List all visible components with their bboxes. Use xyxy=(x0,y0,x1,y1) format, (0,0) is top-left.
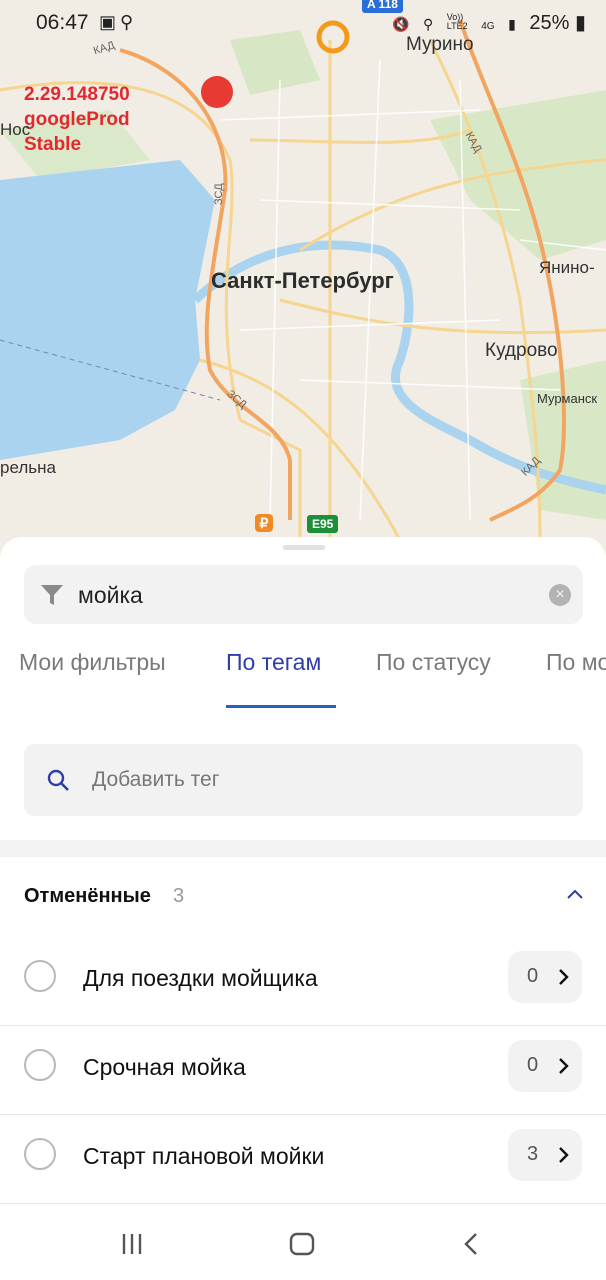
volte-icon: Vo)) LTE2 xyxy=(446,12,468,31)
signal-icon: ▮ xyxy=(508,16,516,32)
battery-percent: 25% xyxy=(529,12,570,34)
status-bar: 06:47 ▣⚲ A 118 🔇 ⚲ Vo)) LTE2 4G ▮ 25% ▮ xyxy=(0,0,606,46)
chevron-up-icon[interactable] xyxy=(566,887,584,905)
item-count-button[interactable]: 0 xyxy=(508,951,582,1003)
item-label: Старт плановой мойки xyxy=(83,1143,325,1169)
status-time: 06:47 xyxy=(36,11,89,34)
search-field[interactable]: мойка × xyxy=(24,565,583,624)
bottom-sheet: мойка × Мои фильтры По тегам По статусу … xyxy=(0,537,606,1280)
back-icon[interactable] xyxy=(463,1232,479,1261)
location-icon: ⚲ xyxy=(422,16,434,32)
filter-tabs: Мои фильтры По тегам По статусу По мо xyxy=(0,649,606,709)
active-tab-indicator xyxy=(226,705,336,708)
add-tag-placeholder[interactable]: Добавить тег xyxy=(92,768,219,792)
place-label-kudrovo: Кудрово xyxy=(485,340,558,361)
sheet-drag-handle[interactable] xyxy=(283,545,325,550)
tab-by-status[interactable]: По статусу xyxy=(376,649,491,676)
item-count: 3 xyxy=(527,1143,539,1165)
list-item[interactable]: Для поездки мойщика 0 xyxy=(0,937,606,1026)
item-label: Срочная мойка xyxy=(83,1054,246,1080)
radio-button[interactable] xyxy=(24,1049,56,1081)
radio-button[interactable] xyxy=(24,1138,56,1170)
search-icon: ⚲ xyxy=(120,12,138,32)
build-flavor: googleProd xyxy=(24,109,130,130)
tab-my-filters[interactable]: Мои фильтры xyxy=(19,649,166,676)
build-info: 2.29.148750 googleProd Stable xyxy=(24,82,130,157)
system-nav-bar xyxy=(0,1212,606,1280)
section-title: Отменённые xyxy=(24,885,151,907)
status-left-icons: ▣⚲ xyxy=(99,12,137,33)
item-label: Для поездки мойщика xyxy=(83,965,318,991)
search-icon xyxy=(46,768,70,797)
section-separator xyxy=(0,840,606,857)
item-count: 0 xyxy=(527,965,539,987)
section-header-cancelled[interactable]: Отменённые 3 xyxy=(0,857,606,937)
mute-icon: 🔇 xyxy=(391,16,410,32)
map-view[interactable]: 06:47 ▣⚲ A 118 🔇 ⚲ Vo)) LTE2 4G ▮ 25% ▮ … xyxy=(0,0,606,560)
place-label-elna: рельна xyxy=(0,458,56,477)
highway-label-zsd-1: ЗСД xyxy=(213,183,225,205)
build-version: 2.29.148750 xyxy=(24,84,130,105)
chevron-right-icon xyxy=(557,968,569,991)
place-label-yanino: Янино- xyxy=(539,258,595,277)
list-item[interactable]: Срочная мойка 0 xyxy=(0,1026,606,1115)
chevron-right-icon xyxy=(557,1146,569,1169)
radio-button[interactable] xyxy=(24,960,56,992)
tag-list: Для поездки мойщика 0 Срочная мойка 0 Ст… xyxy=(0,937,606,1204)
place-label-murino: Мурино xyxy=(406,34,474,55)
search-input[interactable]: мойка xyxy=(78,582,143,609)
status-right-icons: 🔇 ⚲ Vo)) LTE2 4G ▮ 25% ▮ xyxy=(392,10,586,35)
add-tag-field[interactable]: Добавить тег xyxy=(24,744,583,816)
chevron-right-icon xyxy=(557,1057,569,1080)
tab-by-tags[interactable]: По тегам xyxy=(226,649,321,676)
city-label: Санкт-Петербург xyxy=(211,268,394,293)
item-count-button[interactable]: 0 xyxy=(508,1040,582,1092)
place-label-nos: Нос xyxy=(0,120,31,139)
tab-more[interactable]: По мо xyxy=(546,649,606,676)
battery-icon: ▮ xyxy=(574,12,586,34)
item-count-button[interactable]: 3 xyxy=(508,1129,582,1181)
red-location-marker[interactable] xyxy=(201,76,233,108)
build-channel: Stable xyxy=(24,134,82,155)
home-icon[interactable] xyxy=(289,1232,315,1261)
place-label-murmansk: Мурманск xyxy=(537,391,598,406)
fuel-station-icon[interactable]: ₽ xyxy=(255,514,273,532)
clear-icon[interactable]: × xyxy=(549,584,571,606)
image-icon: ▣ xyxy=(99,12,121,32)
list-item[interactable]: Старт плановой мойки 3 xyxy=(0,1115,606,1204)
route-badge-e95: E95 xyxy=(307,515,339,533)
recent-apps-icon[interactable] xyxy=(120,1232,144,1261)
4g-icon: 4G xyxy=(481,21,495,32)
section-count: 3 xyxy=(173,885,185,907)
filter-icon[interactable] xyxy=(39,582,65,613)
item-count: 0 xyxy=(527,1054,539,1076)
